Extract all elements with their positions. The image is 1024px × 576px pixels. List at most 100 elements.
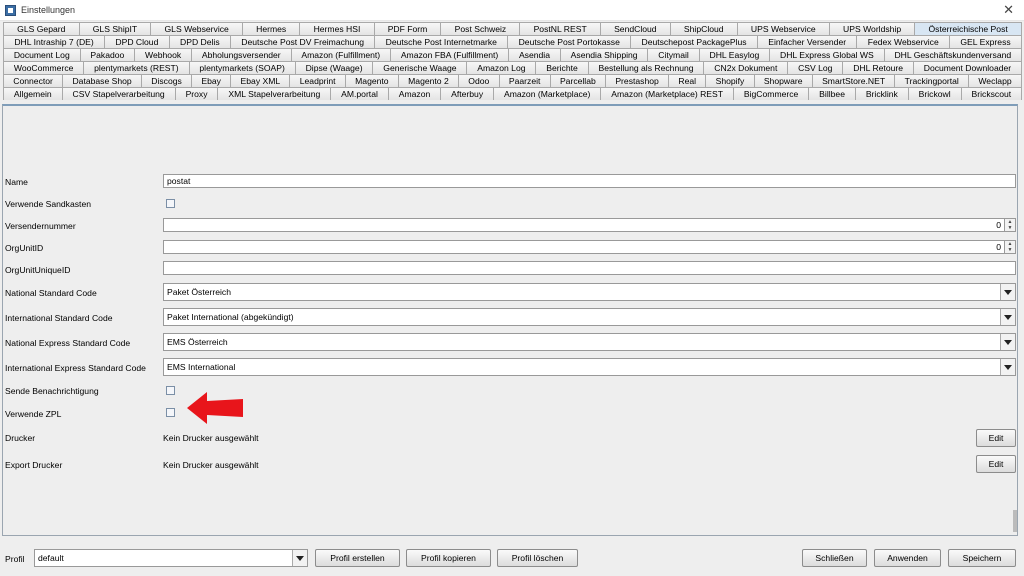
tab-allgemein[interactable]: Allgemein (3, 87, 63, 100)
profile-select[interactable]: default (34, 549, 308, 567)
tab-trackingportal[interactable]: Trackingportal (894, 74, 970, 87)
tab-asendia[interactable]: Asendia (508, 48, 561, 61)
tab-weclapp[interactable]: Weclapp (968, 74, 1022, 87)
scrollbar[interactable] (1013, 510, 1017, 532)
tab-odoo[interactable]: Odoo (458, 74, 500, 87)
tab-pakadoo[interactable]: Pakadoo (79, 48, 136, 61)
tab-csv-log[interactable]: CSV Log (787, 61, 844, 74)
tab-document-log[interactable]: Document Log (3, 48, 81, 61)
tab-fedex-webservice[interactable]: Fedex Webservice (856, 35, 951, 48)
spinner-buttons[interactable]: ▲ ▼ (1004, 219, 1015, 231)
tab-parcellab[interactable]: Parcellab (549, 74, 607, 87)
tab-dhl-easylog[interactable]: DHL Easylog (698, 48, 771, 61)
tab-gls-gepard[interactable]: GLS Gepard (3, 22, 80, 35)
tab-proxy[interactable]: Proxy (174, 87, 219, 100)
tab-billbee[interactable]: Billbee (808, 87, 856, 100)
tab-document-downloader[interactable]: Document Downloader (912, 61, 1023, 74)
save-button[interactable]: Speichern (948, 549, 1016, 567)
tab-deutsche-post-internetmarke[interactable]: Deutsche Post Internetmarke (374, 35, 509, 48)
tab-smartstore-net[interactable]: SmartStore.NET (811, 74, 896, 87)
tab-österreichische-post[interactable]: Österreichische Post (914, 22, 1022, 35)
tab-ebay[interactable]: Ebay (191, 74, 232, 87)
export-printer-edit-button[interactable]: Edit (976, 455, 1016, 473)
tab-shopify[interactable]: Shopify (705, 74, 755, 87)
tab-post-schweiz[interactable]: Post Schweiz (440, 22, 521, 35)
chevron-down-icon[interactable] (1000, 359, 1015, 375)
tab-deutschepost-packageplus[interactable]: Deutschepost PackagePlus (630, 35, 758, 48)
tab-ebay-xml[interactable]: Ebay XML (230, 74, 291, 87)
tab-dhl-geschäftskundenversand[interactable]: DHL Geschäftskundenversand (883, 48, 1022, 61)
spinner-buttons[interactable]: ▲ ▼ (1004, 241, 1015, 253)
tab-abholungsversender[interactable]: Abholungsversender (191, 48, 292, 61)
tab-ups-worldship[interactable]: UPS Worldship (828, 22, 916, 35)
tab-asendia-shipping[interactable]: Asendia Shipping (559, 48, 649, 61)
national-standard-select[interactable]: Paket Österreich (163, 283, 1016, 301)
tab-prestashop[interactable]: Prestashop (605, 74, 670, 87)
tab-shipcloud[interactable]: ShipCloud (669, 22, 738, 35)
tab-magento-2[interactable]: Magento 2 (397, 74, 460, 87)
sender-number-spinner[interactable]: 0 ▲ ▼ (163, 218, 1016, 232)
tab-amazon-marketplace-rest[interactable]: Amazon (Marketplace) REST (600, 87, 734, 100)
tab-postnl-rest[interactable]: PostNL REST (519, 22, 601, 35)
tab-generische-waage[interactable]: Generische Waage (372, 61, 468, 74)
tab-xml-stapelverarbeitung[interactable]: XML Stapelverarbeitung (217, 87, 332, 100)
tab-ups-webservice[interactable]: UPS Webservice (736, 22, 830, 35)
tab-deutsche-post-dv-freimachung[interactable]: Deutsche Post DV Freimachung (229, 35, 376, 48)
spin-down-icon[interactable]: ▼ (1005, 247, 1015, 253)
tab-gls-webservice[interactable]: GLS Webservice (150, 22, 243, 35)
close-icon[interactable]: ✕ (1003, 2, 1014, 18)
national-express-select[interactable]: EMS Österreich (163, 333, 1016, 351)
orgunit-spinner[interactable]: 0 ▲ ▼ (163, 240, 1016, 254)
tab-dhl-retoure[interactable]: DHL Retoure (842, 61, 914, 74)
tab-gel-express[interactable]: GEL Express (949, 35, 1022, 48)
send-notification-checkbox[interactable] (166, 386, 175, 395)
tab-hermes-hsi[interactable]: Hermes HSI (299, 22, 375, 35)
copy-profile-button[interactable]: Profil kopieren (406, 549, 491, 567)
tab-berichte[interactable]: Berichte (535, 61, 589, 74)
tab-bricklink[interactable]: Bricklink (854, 87, 909, 100)
tab-einfacher-versender[interactable]: Einfacher Versender (756, 35, 858, 48)
tab-amazon-log[interactable]: Amazon Log (466, 61, 537, 74)
tab-woocommerce[interactable]: WooCommerce (3, 61, 85, 74)
tab-plentymarkets-soap[interactable]: plentymarkets (SOAP) (188, 61, 296, 74)
tab-bestellung-als-rechnung[interactable]: Bestellung als Rechnung (587, 61, 705, 74)
tab-sendcloud[interactable]: SendCloud (599, 22, 671, 35)
tab-database-shop[interactable]: Database Shop (62, 74, 142, 87)
tab-dhl-intraship-7-de[interactable]: DHL Intraship 7 (DE) (3, 35, 106, 48)
name-input[interactable]: postat (163, 174, 1016, 188)
chevron-down-icon[interactable] (1000, 309, 1015, 325)
orgunit-unique-input[interactable] (163, 261, 1016, 275)
tab-amazon[interactable]: Amazon (387, 87, 442, 100)
close-button[interactable]: Schließen (802, 549, 867, 567)
tab-dhl-express-global-ws[interactable]: DHL Express Global WS (769, 48, 885, 61)
tab-hermes[interactable]: Hermes (241, 22, 301, 35)
tab-dipse-waage[interactable]: Dipse (Waage) (294, 61, 374, 74)
tab-amazon-fulfillment[interactable]: Amazon (Fulfillment) (290, 48, 391, 61)
use-zpl-checkbox[interactable] (166, 408, 175, 417)
tab-webhook[interactable]: Webhook (134, 48, 193, 61)
tab-afterbuy[interactable]: Afterbuy (440, 87, 495, 100)
tab-dpd-cloud[interactable]: DPD Cloud (104, 35, 170, 48)
tab-am-portal[interactable]: AM.portal (330, 87, 389, 100)
tab-magento[interactable]: Magento (344, 74, 399, 87)
tab-amazon-fba-fulfillment[interactable]: Amazon FBA (Fulfillment) (390, 48, 510, 61)
chevron-down-icon[interactable] (1000, 284, 1015, 300)
tab-cn2x-dokument[interactable]: CN2x Dokument (703, 61, 789, 74)
tab-brickowl[interactable]: Brickowl (907, 87, 962, 100)
tab-shopware[interactable]: Shopware (753, 74, 813, 87)
international-standard-select[interactable]: Paket International (abgekündigt) (163, 308, 1016, 326)
spin-down-icon[interactable]: ▼ (1005, 225, 1015, 231)
tab-citymail[interactable]: Citymail (647, 48, 700, 61)
tab-pdf-form[interactable]: PDF Form (373, 22, 442, 35)
tab-plentymarkets-rest[interactable]: plentymarkets (REST) (83, 61, 190, 74)
tab-discogs[interactable]: Discogs (141, 74, 193, 87)
tab-paarzeit[interactable]: Paarzeit (498, 74, 551, 87)
tab-amazon-marketplace[interactable]: Amazon (Marketplace) (493, 87, 602, 100)
tab-bigcommerce[interactable]: BigCommerce (732, 87, 810, 100)
printer-edit-button[interactable]: Edit (976, 429, 1016, 447)
tab-connector[interactable]: Connector (3, 74, 64, 87)
sandbox-checkbox[interactable] (166, 199, 175, 208)
tab-csv-stapelverarbeitung[interactable]: CSV Stapelverarbeitung (61, 87, 176, 100)
tab-dpd-delis[interactable]: DPD Delis (168, 35, 231, 48)
tab-gls-shipit[interactable]: GLS ShipIT (78, 22, 152, 35)
